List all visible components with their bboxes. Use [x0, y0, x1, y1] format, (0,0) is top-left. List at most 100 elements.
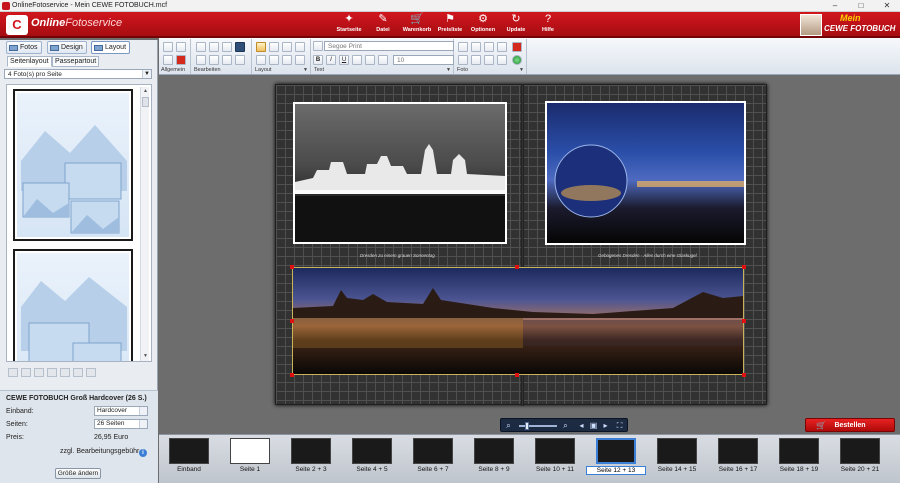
page-thumb-seite-20-21[interactable]: Seite 20 + 21 — [830, 436, 890, 482]
order-button[interactable]: 🛒 Bestellen — [805, 418, 895, 432]
save-icon[interactable] — [163, 42, 173, 52]
zoom-out-icon[interactable]: ⌕ — [504, 421, 513, 430]
text-shadow-icon[interactable] — [378, 55, 388, 65]
page-thumb-seite-8-9[interactable]: Seite 8 + 9 — [464, 436, 524, 482]
page-thumb-seite-14-15[interactable]: Seite 14 + 15 — [647, 436, 707, 482]
bring-forward-icon[interactable] — [256, 55, 266, 65]
book-spread[interactable]: Dresden zu einem grauen Sonnentag Geboge… — [275, 84, 767, 406]
photo-frame-panorama[interactable] — [292, 267, 744, 375]
cut-icon[interactable] — [222, 55, 232, 65]
chevron-down-icon[interactable]: ▼ — [303, 67, 308, 73]
next-page-icon[interactable]: ▸ — [601, 421, 610, 430]
resize-handle[interactable] — [742, 373, 746, 377]
page-thumb-seite-4-5[interactable]: Seite 4 + 5 — [342, 436, 402, 482]
align-center-icon[interactable] — [21, 368, 31, 377]
page-thumb-seite-2-3[interactable]: Seite 2 + 3 — [281, 436, 341, 482]
scroll-thumb[interactable] — [142, 97, 149, 107]
pages-select[interactable]: 26 Seiten — [94, 419, 148, 429]
resize-handle[interactable] — [515, 373, 519, 377]
resize-handle[interactable] — [290, 319, 294, 323]
redo-icon[interactable] — [209, 42, 219, 52]
align-bottom-icon[interactable] — [73, 368, 83, 377]
align-left-icon[interactable] — [8, 368, 18, 377]
enhance-icon[interactable] — [484, 42, 494, 52]
thumbnail-scrollbar[interactable]: ▲ ▼ — [140, 87, 149, 361]
tab-layout[interactable]: Layout — [91, 41, 131, 54]
font-family-field[interactable]: Segoe Print — [324, 41, 454, 51]
layout-thumbnail-list[interactable]: ▲ ▼ — [6, 84, 152, 362]
align-middle-icon[interactable] — [60, 368, 70, 377]
ungroup-icon[interactable] — [295, 55, 305, 65]
resize-handle[interactable] — [290, 265, 294, 269]
remove-photo-icon[interactable] — [512, 42, 522, 52]
rotate-right-icon[interactable] — [471, 55, 481, 65]
photos-per-page-select[interactable]: 4 Foto(s) pro Seite ▼ — [4, 69, 152, 79]
scroll-up-icon[interactable]: ▲ — [141, 87, 150, 96]
italic-button[interactable]: I — [326, 55, 336, 65]
distribute-icon[interactable] — [86, 368, 96, 377]
photo-frame-icon[interactable] — [458, 42, 468, 52]
align-top-icon[interactable] — [47, 368, 57, 377]
group-icon[interactable] — [282, 55, 292, 65]
resize-handle[interactable] — [742, 319, 746, 323]
paste-icon[interactable] — [209, 55, 219, 65]
copy-icon[interactable] — [196, 55, 206, 65]
resize-handle[interactable] — [515, 265, 519, 269]
chevron-down-icon[interactable]: ▼ — [446, 67, 451, 73]
text-icon[interactable] — [313, 41, 323, 51]
page-thumb-seite-12-13[interactable]: Seite 12 + 13 — [586, 436, 646, 482]
resize-handle[interactable] — [742, 265, 746, 269]
align-icon[interactable] — [222, 42, 232, 52]
photo-caption-1[interactable]: Dresden zu einem grauen Sonnentag — [360, 253, 435, 258]
underline-button[interactable]: U — [339, 55, 349, 65]
tab-fotos[interactable]: Fotos — [6, 41, 42, 54]
page-thumb-seite-1[interactable]: Seite 1 — [220, 436, 280, 482]
page-thumb-seite-16-17[interactable]: Seite 16 + 17 — [708, 436, 768, 482]
scroll-down-icon[interactable]: ▼ — [141, 352, 150, 361]
grid-icon[interactable] — [235, 42, 245, 52]
layout-thumbnail[interactable] — [13, 89, 133, 241]
editor-canvas[interactable]: Dresden zu einem grauen Sonnentag Geboge… — [159, 76, 900, 416]
prev-page-icon[interactable]: ◂ — [577, 421, 586, 430]
effect-icon[interactable] — [497, 42, 507, 52]
export-icon[interactable] — [176, 55, 186, 65]
tab-design[interactable]: Design — [47, 41, 87, 54]
page-thumb-seite-18-19[interactable]: Seite 18 + 19 — [769, 436, 829, 482]
font-size-field[interactable]: 10 — [393, 55, 454, 65]
page-thumb-einband[interactable]: Einband — [159, 436, 219, 482]
nav-hilfe[interactable]: ? Hilfe — [526, 13, 570, 37]
close-button[interactable]: ✕ — [874, 0, 900, 12]
save-as-icon[interactable] — [163, 55, 173, 65]
fit-page-icon[interactable]: ▣ — [589, 421, 598, 430]
align-right-icon[interactable] — [34, 368, 44, 377]
binding-select[interactable]: Hardcover — [94, 406, 148, 416]
resize-button[interactable]: Größe ändern — [55, 468, 101, 479]
photo-frame-dresden-bw[interactable] — [293, 102, 507, 244]
minimize-button[interactable]: – — [822, 0, 848, 12]
text-color-icon[interactable] — [365, 55, 375, 65]
fullscreen-icon[interactable]: ⛶ — [615, 421, 624, 430]
resize-handle[interactable] — [290, 373, 294, 377]
delete-icon[interactable] — [235, 55, 245, 65]
chevron-down-icon[interactable]: ▼ — [519, 67, 524, 73]
send-backward-icon[interactable] — [269, 55, 279, 65]
layout-thumbnail[interactable] — [13, 249, 133, 361]
bold-button[interactable]: B — [313, 55, 323, 65]
zoom-slider-knob[interactable] — [525, 422, 529, 430]
maximize-button[interactable]: □ — [848, 0, 874, 12]
apply-icon[interactable] — [512, 55, 522, 65]
photo-caption-2[interactable]: Gebogenes Dresden - Alles durch eine Gla… — [598, 253, 697, 258]
snap-icon[interactable] — [256, 42, 266, 52]
photo-frame-glass-ball[interactable] — [545, 101, 746, 245]
page-thumb-seite-10-11[interactable]: Seite 10 + 11 — [525, 436, 585, 482]
print-icon[interactable] — [176, 42, 186, 52]
arrange-icon[interactable] — [269, 42, 279, 52]
zoom-out-photo-icon[interactable] — [497, 55, 507, 65]
rotate-left-icon[interactable] — [458, 55, 468, 65]
zoom-in-icon[interactable]: ⌕ — [561, 421, 570, 430]
zoom-in-photo-icon[interactable] — [484, 55, 494, 65]
info-icon[interactable]: i — [139, 449, 147, 457]
text-align-icon[interactable] — [352, 55, 362, 65]
zoom-icon[interactable] — [295, 42, 305, 52]
crop-icon[interactable] — [471, 42, 481, 52]
